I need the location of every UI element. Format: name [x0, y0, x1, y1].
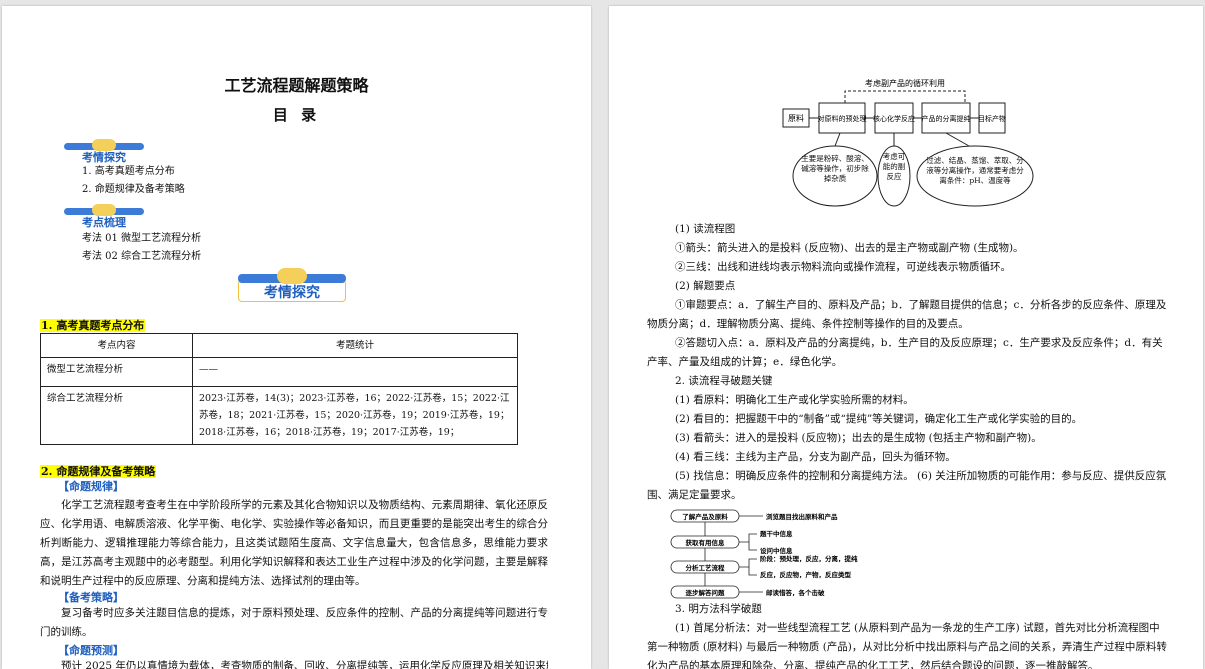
- mini-step: 分析工艺流程: [686, 563, 726, 572]
- section-badge: 考情探究: [64, 139, 144, 164]
- text-block-2: 3. 明方法科学破题 (1) 首尾分析法：对一些线型流程工艺 (从原料到产品为一…: [647, 600, 1167, 669]
- flow-box-label: 原料: [788, 113, 804, 123]
- document-title: 工艺流程题解题策略: [224, 76, 369, 95]
- text-line: (1) 首尾分析法：对一些线型流程工艺 (从原料到产品为一条龙的生产工序) 试题…: [647, 622, 1167, 669]
- flow-top-label: 考虑副产品的循环利用: [865, 78, 945, 88]
- mini-note: 邮读惜答，各个击破: [766, 588, 825, 597]
- toc-item[interactable]: 1. 高考真题考点分布: [82, 165, 175, 179]
- table-row: 微型工艺流程分析 ——: [40, 357, 518, 387]
- toc-point[interactable]: 考法 01 微型工艺流程分析: [82, 232, 201, 246]
- flow-ellipse-label: 过滤、结晶、蒸馏、萃取、分液等分离操作，通常要考虑分离条件：pH、温度等: [926, 156, 1024, 185]
- mini-step: 获取有用信息: [686, 538, 726, 547]
- flow-box-label: 目标产物: [978, 114, 1006, 123]
- flow-box-label: 核心化学反应: [873, 114, 915, 123]
- mini-note: 反应，反应物，产物，反应类型: [760, 570, 852, 579]
- subheading: 【命题预测】: [58, 644, 124, 657]
- flow-ellipse-label: 考虑可能的副反应: [882, 152, 906, 181]
- table-header-cell: 考点内容: [40, 333, 193, 358]
- toc-item[interactable]: 2. 命题规律及备考策略: [82, 183, 185, 197]
- process-flow-diagram: 考虑副产品的循环利用 原料 对原料的预处理 核心化学反应 产品的分离提纯 目标产…: [782, 78, 1034, 207]
- table-header-cell: 考题统计: [192, 333, 518, 358]
- table-header-row: 考点内容 考题统计: [40, 333, 518, 358]
- subheading: 【命题规律】: [58, 480, 124, 493]
- text-line: (4) 看三线：主线为主产品，分支为副产品，回头为循环物。: [675, 451, 956, 463]
- section-badge-large: 考情探究: [238, 268, 346, 302]
- mini-step: 逐步解答问题: [686, 588, 726, 597]
- paragraph: 预计 2025 年仍以真情境为载体，考查物质的制备、回收、分离提纯等，运用化学反…: [61, 660, 548, 669]
- section-heading: 2. 命题规律及备考策略: [40, 465, 157, 478]
- document-page-1: 工艺流程题解题策略 目 录 考情探究 1. 高考真题考点分布 2. 命题规律及备…: [2, 6, 591, 669]
- text-line: (5) 找信息：明确反应条件的控制和分离提纯方法。 (6) 关注所加物质的可能作…: [647, 470, 1167, 501]
- flow-box-label: 对原料的预处理: [818, 114, 867, 123]
- table-cell: 2023·江苏卷，14(3)；2023·江苏卷，16；2022·江苏卷，15；2…: [192, 386, 518, 445]
- mini-step: 了解产品及原料: [682, 512, 728, 521]
- text-line: (2) 看目的：把握题干中的“制备”或“提纯”等关键词，确定化工生产或化学实验的…: [675, 413, 1083, 425]
- section-badge: 考点梳理: [64, 204, 144, 229]
- text-line: (3) 看箭头：进入的是投料 (反应物)；出去的是生成物 (包括主产物和副产物)…: [675, 432, 1042, 444]
- section-heading: 1. 高考真题考点分布: [40, 319, 146, 332]
- mini-note: 题干中信息: [760, 529, 793, 538]
- table-cell: 综合工艺流程分析: [40, 386, 193, 445]
- paragraph: 复习备考时应多关注题目信息的提炼，对于原料预处理、反应条件的控制、产品的分离提纯…: [40, 607, 548, 638]
- flow-ellipse-label: 主要是粉碎、酸溶、碱溶等操作，初步除掉杂质: [801, 154, 869, 183]
- text-line: (2) 解题要点: [675, 280, 736, 292]
- subheading: 【备考策略】: [58, 591, 124, 604]
- text-block-1: (1) 读流程图 ①箭头：箭头进入的是投料 (反应物)、出去的是主产物或副产物 …: [647, 220, 1167, 505]
- text-line: ②答题切入点：a．原料及产品的分离提纯，b．生产目的及反应原理；c．生产要求及反…: [647, 337, 1163, 368]
- toc-heading: 目 录: [272, 106, 321, 124]
- table-row: 综合工艺流程分析 2023·江苏卷，14(3)；2023·江苏卷，16；2022…: [40, 386, 518, 445]
- mini-note: 浏览题目找出原料和产品: [766, 512, 838, 521]
- flow-box-label: 产品的分离提纯: [922, 114, 971, 123]
- document-page-2: 考虑副产品的循环利用 原料 对原料的预处理 核心化学反应 产品的分离提纯 目标产…: [609, 6, 1203, 669]
- problem-solving-diagram: 了解产品及原料 获取有用信息 分析工艺流程 逐步解答问题 浏览题目找出原料和产品…: [670, 509, 858, 599]
- text-line: (1) 读流程图: [675, 223, 736, 235]
- text-line: 2. 读流程寻破题关键: [675, 375, 773, 387]
- paragraph: 化学工艺流程题考查考生在中学阶段所学的元素及其化合物知识以及物质结构、元素周期律…: [40, 499, 548, 587]
- mini-note: 阶段：预处理，反应，分离，提纯: [760, 554, 858, 563]
- text-line: 3. 明方法科学破题: [675, 603, 762, 615]
- text-line: ①箭头：箭头进入的是投料 (反应物)、出去的是主产物或副产物 (生成物)。: [675, 242, 1024, 254]
- text-line: (1) 看原料：明确化工生产或化学实验所需的材料。: [675, 394, 914, 406]
- badge-label: 考点梳理: [82, 216, 126, 229]
- table-cell: ——: [192, 357, 518, 387]
- mini-note: 设问中信息: [760, 546, 793, 555]
- badge-label: 考情探究: [264, 285, 320, 301]
- table-cell: 微型工艺流程分析: [40, 357, 193, 387]
- text-line: ②三线：出线和进线均表示物料流向或操作流程，可逆线表示物质循环。: [675, 261, 1011, 273]
- text-line: ①审题要点：a．了解生产目的、原料及产品；b．了解题目提供的信息；c．分析各步的…: [647, 299, 1167, 330]
- toc-point[interactable]: 考法 02 综合工艺流程分析: [82, 250, 201, 264]
- badge-label: 考情探究: [82, 151, 126, 164]
- exam-stat-table: 考点内容 考题统计 微型工艺流程分析 —— 综合工艺流程分析 2023·江苏卷，…: [40, 333, 518, 445]
